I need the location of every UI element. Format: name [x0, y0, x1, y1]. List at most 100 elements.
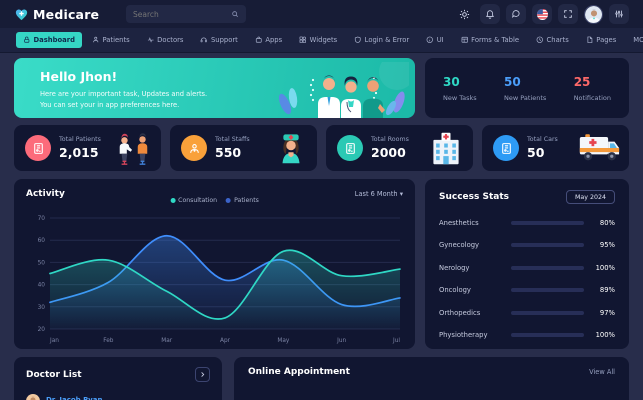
success-stat-label: Anesthetics: [439, 218, 479, 227]
quick-stat: 30 New Tasks: [443, 75, 477, 102]
svg-text:Jan: Jan: [49, 338, 59, 344]
svg-text:Feb: Feb: [103, 338, 114, 344]
success-stats-panel: Success Stats May 2024 Anesthetics 80% G…: [425, 179, 629, 349]
period-dropdown[interactable]: May 2024: [565, 190, 615, 204]
brand-name: Medicare: [33, 6, 100, 22]
nav-item-doctors[interactable]: Doctors: [140, 32, 191, 48]
online-appointment-panel: Online Appointment View All: [234, 357, 629, 400]
stat-card-total-cars[interactable]: Total Cars 50: [482, 125, 629, 171]
nav-item-icon: [299, 36, 307, 44]
nav-item-forms-table[interactable]: Forms & Table: [454, 32, 526, 48]
fullscreen-icon[interactable]: [558, 4, 578, 24]
success-stat-label: Gynecology: [439, 241, 480, 249]
nav-item-label: Widgets: [309, 36, 338, 44]
svg-text:May: May: [277, 338, 290, 344]
nav-item-more[interactable]: MORE: [626, 32, 643, 48]
quick-stat-label: New Tasks: [443, 93, 477, 102]
nav-item-label: Patients: [102, 36, 130, 44]
online-appointment-title: Online Appointment: [248, 367, 350, 377]
svg-text:40: 40: [38, 283, 46, 289]
legend-item[interactable]: Consultation: [170, 197, 217, 204]
quick-stat: 25 Notification: [574, 75, 611, 102]
activity-chart: 20 30 40 50 60 70 Jan Feb Mar Apr May Jun Jul: [26, 213, 403, 349]
topbar: Medicare: [0, 0, 643, 28]
success-stat-label: Orthopedics: [439, 308, 481, 317]
nav-item-login-error[interactable]: Login & Error: [347, 32, 416, 48]
nav-item-support[interactable]: Support: [193, 32, 244, 48]
success-stat-bar: [511, 310, 584, 315]
svg-text:50: 50: [38, 260, 46, 266]
nav-item-label: UI: [436, 36, 444, 44]
nav-item-ui[interactable]: UI: [419, 32, 450, 48]
language-us-flag-icon[interactable]: [532, 4, 552, 24]
svg-text:30: 30: [38, 305, 46, 311]
theme-toggle-sun-icon[interactable]: [454, 4, 474, 24]
nav-item-charts[interactable]: Charts: [529, 32, 576, 48]
stat-card-value: 2,015: [59, 145, 99, 160]
success-stat-bar: [511, 243, 584, 247]
quick-stat-value: 25: [573, 74, 591, 89]
nav-item-label: Forms & Table: [471, 36, 520, 44]
legend-item[interactable]: Patients: [226, 197, 259, 204]
stat-card-illustration: [114, 129, 152, 167]
activity-title: Activity: [26, 189, 65, 199]
nav-item-label: Support: [210, 36, 238, 44]
nav-item-pages[interactable]: Pages: [579, 32, 624, 48]
stat-card-info: Total Rooms 2000: [371, 136, 420, 160]
nav-item-label: Login & Error: [364, 36, 410, 44]
stat-card-icon: [181, 135, 207, 161]
stat-card-total-patients[interactable]: Total Patients 2,015: [14, 125, 161, 171]
nav-item-icon: [255, 36, 263, 44]
svg-text:Jun: Jun: [336, 338, 346, 344]
search-box[interactable]: [126, 5, 246, 23]
success-stat-label: Nerology: [439, 263, 470, 272]
doctor-list-item[interactable]: Dr. Jacob Ryan: [26, 393, 210, 400]
nav-item-label: Charts: [546, 36, 569, 44]
quick-stat-value: 50: [504, 74, 521, 89]
success-stat-bar: [511, 333, 584, 337]
success-stat-bar: [511, 220, 584, 225]
nav-item-icon: [147, 36, 155, 44]
heart-logo-icon: [14, 7, 29, 22]
nav-item-label: Dashboard: [33, 36, 75, 44]
stat-card-illustration: [428, 129, 464, 167]
notifications-bell-icon[interactable]: [480, 4, 500, 24]
success-stat-row: Oncology 89%: [439, 286, 615, 294]
user-avatar[interactable]: [584, 4, 603, 24]
quick-stat-value: 30: [443, 74, 460, 89]
stat-card-total-rooms[interactable]: Total Rooms 2000: [326, 125, 473, 171]
chart-legend: Consultation Patients: [170, 197, 259, 204]
nav-item-apps[interactable]: Apps: [248, 32, 289, 48]
search-icon[interactable]: [231, 10, 239, 18]
stat-card-info: Total Patients 2,015: [59, 136, 106, 160]
settings-sliders-icon[interactable]: [609, 4, 629, 24]
stat-card-value: 50: [527, 145, 545, 160]
svg-text:60: 60: [38, 238, 46, 244]
stat-card-total-staffs[interactable]: Total Staffs 550: [170, 125, 317, 171]
doctors-illustration: [277, 58, 415, 118]
activity-range-dropdown[interactable]: Last 6 Month ▾: [355, 190, 403, 198]
quick-stat: 50 New Patients: [504, 75, 546, 102]
svg-text:20: 20: [38, 327, 46, 333]
chevron-right-icon[interactable]: [195, 367, 210, 382]
success-stat-row: Gynecology 95%: [439, 241, 615, 249]
topbar-actions: [454, 4, 629, 24]
chat-icon[interactable]: [506, 4, 526, 24]
success-stat-value: 95%: [599, 241, 615, 249]
nav-item-widgets[interactable]: Widgets: [292, 32, 344, 48]
success-stat-bar: [511, 288, 584, 292]
stat-card-info: Total Staffs 550: [215, 136, 266, 160]
activity-panel: Activity Last 6 Month ▾ Consultation Pat…: [14, 179, 415, 349]
success-stat-label: Oncology: [439, 286, 471, 294]
view-all-link[interactable]: View All: [589, 368, 615, 376]
svg-text:Jul: Jul: [392, 338, 400, 344]
nav-item-icon: [354, 36, 362, 44]
legend-dot: [170, 198, 176, 203]
nav-item-dashboard[interactable]: Dashboard: [16, 32, 82, 48]
doctor-name: Dr. Jacob Ryan: [46, 396, 103, 400]
success-stat-row: Nerology 100%: [439, 264, 615, 272]
quick-stat-label: New Patients: [504, 93, 547, 102]
search-input[interactable]: [133, 9, 227, 19]
brand-logo[interactable]: Medicare: [14, 7, 114, 22]
nav-item-patients[interactable]: Patients: [85, 32, 137, 48]
